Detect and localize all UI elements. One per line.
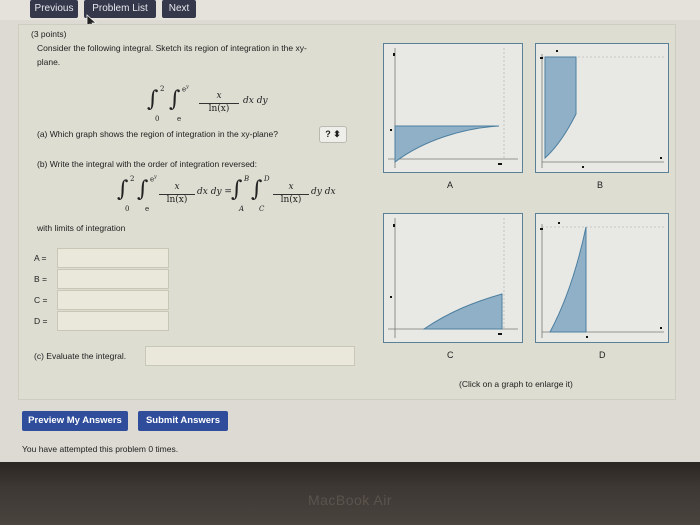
outer-lower-limit: 0 — [155, 115, 160, 123]
graph-d-label: D — [599, 350, 606, 360]
rev-right-differential: dy dx — [311, 187, 336, 197]
integrand-numerator: x — [216, 91, 222, 101]
graph-b-label: B — [597, 180, 604, 190]
part-c-question: (c) Evaluate the integral. — [34, 351, 127, 361]
outer-upper-limit: 2 — [160, 85, 165, 93]
integral-sign-outer: ∫ — [147, 87, 159, 112]
device-label: MacBook Air — [307, 492, 393, 508]
problem-points: (3 points) — [31, 29, 67, 39]
limit-c-input[interactable] — [57, 290, 169, 310]
inner-upper-limit: ey — [182, 84, 189, 94]
inner-lower-limit: e — [177, 115, 182, 123]
part-a-question: (a) Which graph shows the region of inte… — [37, 129, 278, 139]
attempt-status: You have attempted this problem 0 times. — [22, 444, 179, 454]
previous-button[interactable]: Previous — [30, 0, 78, 18]
rev-right-inner-sign: ∫ — [251, 177, 263, 202]
rev-left-denominator: ln(x) — [166, 195, 188, 205]
rev-right-numerator: x — [288, 182, 294, 192]
rev-left-inner-lower: e — [145, 205, 150, 213]
graph-enlarge-hint: (Click on a graph to enlarge it) — [459, 379, 573, 389]
problem-panel: (3 points) Consider the following integr… — [18, 24, 676, 400]
integral-sign-inner: ∫ — [169, 87, 181, 112]
top-nav-bar: Previous Problem List Next — [0, 0, 700, 20]
select-arrows-icon: ⬍ — [333, 129, 341, 139]
rev-left-outer-upper: 2 — [130, 175, 135, 183]
limit-a-label: A = — [34, 253, 47, 263]
limit-a-input[interactable] — [57, 248, 169, 268]
rev-left-outer-lower: 0 — [125, 205, 130, 213]
graph-d[interactable] — [535, 213, 669, 343]
laptop-bezel: MacBook Air — [0, 462, 700, 525]
rev-left-numerator: x — [174, 182, 180, 192]
graph-b[interactable] — [535, 43, 669, 173]
rev-left-outer-sign: ∫ — [117, 177, 129, 202]
rev-right-outer-upper: B — [244, 175, 250, 183]
part-b-question: (b) Write the integral with the order of… — [37, 159, 258, 169]
integral-differential: dx dy — [243, 96, 268, 106]
graph-c[interactable] — [383, 213, 523, 343]
problem-statement-line1: Consider the following integral. Sketch … — [37, 43, 307, 53]
integrand-denominator: ln(x) — [208, 104, 230, 114]
limit-d-input[interactable] — [57, 311, 169, 331]
problem-statement-line2: plane. — [37, 57, 61, 67]
rev-right-inner-lower: C — [259, 205, 265, 213]
limit-d-label: D = — [34, 316, 48, 326]
limit-b-label: B = — [34, 274, 47, 284]
next-button[interactable]: Next — [162, 0, 196, 18]
limit-c-label: C = — [34, 295, 48, 305]
graph-c-label: C — [447, 350, 454, 360]
rev-right-inner-upper: D — [264, 175, 270, 183]
rev-right-outer-lower: A — [239, 205, 245, 213]
graph-a-label: A — [447, 180, 454, 190]
rev-right-outer-sign: ∫ — [231, 177, 243, 202]
graph-a[interactable] — [383, 43, 523, 173]
part-a-select[interactable]: ? ⬍ — [319, 126, 347, 143]
rev-left-inner-upper: ey — [150, 174, 157, 184]
rev-left-inner-sign: ∫ — [137, 177, 149, 202]
limit-b-input[interactable] — [57, 269, 169, 289]
rev-left-differential: dx dy = — [197, 187, 232, 197]
rev-right-denominator: ln(x) — [280, 195, 302, 205]
preview-answers-button[interactable]: Preview My Answers — [22, 411, 128, 431]
limits-label: with limits of integration — [37, 223, 126, 233]
submit-answers-button[interactable]: Submit Answers — [138, 411, 228, 431]
part-c-input[interactable] — [145, 346, 355, 366]
